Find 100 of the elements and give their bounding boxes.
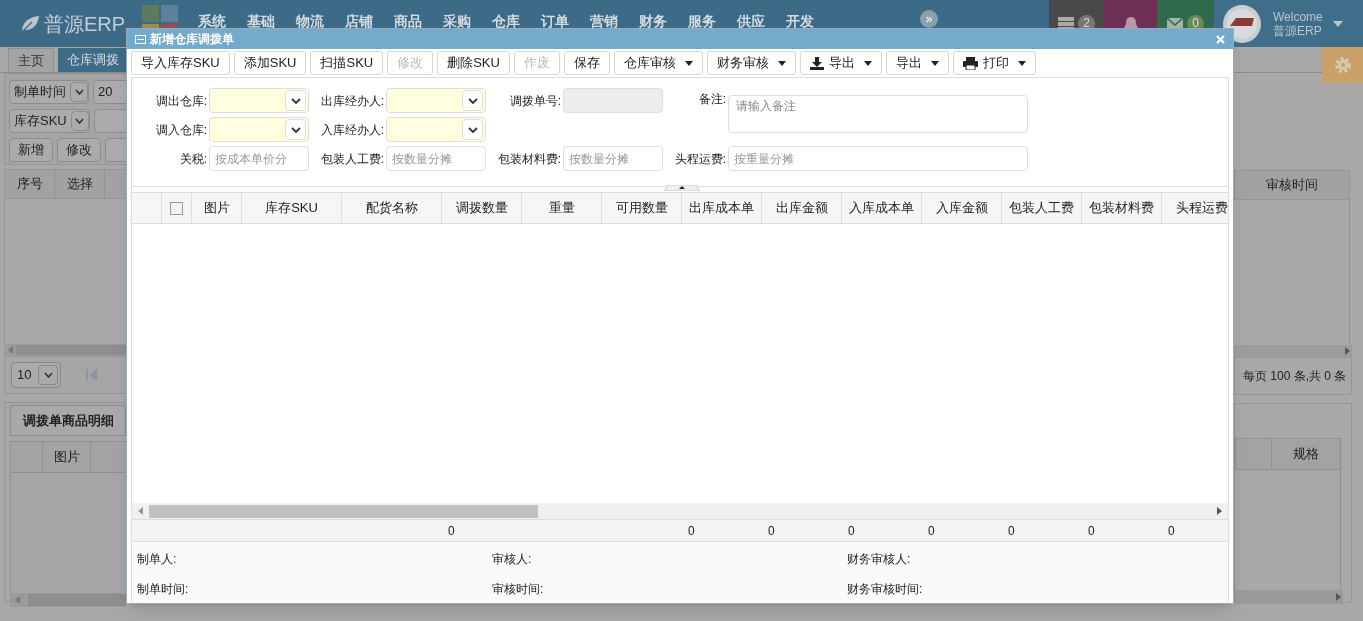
column-header[interactable]: 入库金额	[922, 193, 1002, 223]
caret-icon[interactable]	[1332, 20, 1343, 27]
nav-item[interactable]: 基础	[247, 11, 275, 32]
column-header[interactable]: 可用数量	[602, 193, 682, 223]
info-label: 制单人:	[137, 552, 177, 566]
remark-field[interactable]: 请输入备注	[728, 95, 1028, 133]
toolbar-button[interactable]: 财务审核	[706, 51, 796, 75]
page-tab[interactable]: 主页	[8, 48, 54, 72]
column-header[interactable]: 库存SKU	[242, 193, 342, 223]
printer-icon	[962, 56, 978, 70]
column-header: 审核时间	[1266, 176, 1318, 195]
welcome-text: Welcome	[1273, 9, 1323, 24]
field-label: 调出仓库:	[154, 92, 207, 110]
first-page-icon[interactable]	[86, 369, 98, 381]
filter-input[interactable]: 20	[93, 80, 126, 104]
toolbar-button[interactable]: 仓库审核	[613, 51, 703, 75]
field-label: 关税:	[178, 150, 207, 168]
chevron-down-icon	[467, 97, 478, 104]
toolbar-button[interactable]: 导入库存SKU	[131, 51, 230, 75]
field-label: 调入仓库:	[154, 121, 207, 139]
info-label: 制单时间:	[137, 582, 189, 596]
select-field[interactable]	[209, 88, 309, 113]
column-header[interactable]: 出库成本单	[682, 193, 762, 223]
field-label: 出库经办人:	[319, 92, 384, 110]
column-sum: 0	[928, 523, 935, 538]
toolbar-button[interactable]: 导出	[799, 51, 882, 75]
nav-item[interactable]: 营销	[590, 11, 618, 32]
envelope-icon	[1167, 17, 1184, 30]
filter-select[interactable]: 库存SKU	[9, 109, 90, 133]
nav-item[interactable]: 系统	[198, 11, 226, 32]
user-name: 普源ERP	[1273, 23, 1323, 38]
field-label: 包装人工费:	[319, 150, 384, 168]
dialog-title: 新增仓库调拨单	[150, 31, 234, 48]
select-field[interactable]	[386, 117, 486, 142]
scroll-right-icon[interactable]	[1217, 507, 1222, 515]
column-header[interactable]: 配货名称	[342, 193, 442, 223]
column-sum: 0	[848, 523, 855, 538]
column-header[interactable]: 调拨数量	[442, 193, 522, 223]
scroll-right-icon[interactable]	[1336, 593, 1341, 601]
column-sum: 0	[1008, 523, 1015, 538]
toolbar-button[interactable]: 导出	[885, 51, 949, 75]
nav-item[interactable]: 仓库	[492, 11, 520, 32]
leaf-icon	[20, 14, 40, 33]
scroll-left-icon[interactable]	[15, 596, 20, 604]
select-all-checkbox[interactable]	[170, 201, 183, 215]
toolbar-button[interactable]: 添加SKU	[233, 51, 307, 75]
column-sum: 0	[448, 523, 455, 538]
chevron-down-icon	[467, 126, 478, 133]
column-header: 规格	[1292, 445, 1320, 464]
column-header[interactable]: 图片	[192, 193, 242, 223]
scroll-left-icon[interactable]	[138, 507, 143, 515]
nav-item[interactable]: 采购	[443, 11, 471, 32]
app-grid-icon	[142, 5, 178, 28]
toolbar-button[interactable]: 保存	[563, 51, 610, 75]
detail-tab[interactable]: 调拨单商品明细	[10, 405, 126, 435]
scrollbar-thumb[interactable]	[149, 504, 538, 518]
column-header[interactable]: 头程运费	[1162, 193, 1228, 223]
app-logo-text: 普源ERP	[44, 11, 126, 37]
toolbar-button[interactable]	[105, 138, 126, 162]
page-summary: 每页 100 条,共 0 条	[1243, 368, 1347, 385]
column-header[interactable]: 入库成本单	[842, 193, 922, 223]
close-icon[interactable]	[1216, 34, 1225, 44]
column-header[interactable]: 重量	[522, 193, 602, 223]
nav-item[interactable]: 店铺	[345, 11, 373, 32]
toolbar-button[interactable]: 删除SKU	[437, 51, 510, 75]
settings-button[interactable]	[1322, 47, 1363, 83]
field-label: 包装材料费:	[496, 150, 561, 168]
info-label: 财务审核人:	[847, 552, 911, 566]
column-header[interactable]: 包装材料费	[1082, 193, 1162, 223]
column-header: 图片	[43, 442, 91, 472]
scroll-right-icon[interactable]	[1345, 347, 1350, 355]
filter-select[interactable]: 制单时间	[9, 80, 89, 104]
column-sum: 0	[1168, 523, 1175, 538]
nav-item[interactable]: 开发	[786, 11, 814, 32]
column-sum: 0	[1088, 523, 1095, 538]
column-header[interactable]: 出库金额	[762, 193, 842, 223]
collapse-icon[interactable]	[664, 185, 700, 191]
nav-item[interactable]: 供应	[737, 11, 765, 32]
nav-item[interactable]: 订单	[541, 11, 569, 32]
toolbar-button[interactable]: 打印	[952, 51, 1036, 75]
toolbar-button[interactable]: 修改	[57, 138, 101, 162]
page-size-select[interactable]: 10	[11, 362, 61, 388]
field-label: 备注:	[697, 91, 726, 108]
page-tab[interactable]: 仓库调拨	[58, 48, 126, 72]
scroll-left-icon[interactable]	[8, 346, 13, 354]
column-header[interactable]: 包装人工费	[1002, 193, 1082, 223]
toolbar-button[interactable]: 新增	[9, 138, 53, 162]
nav-item[interactable]: 商品	[394, 11, 422, 32]
nav-item[interactable]: 财务	[639, 11, 667, 32]
select-field[interactable]	[209, 117, 309, 142]
field-label: 入库经办人:	[319, 121, 384, 139]
nav-item[interactable]: 服务	[688, 11, 716, 32]
select-field[interactable]	[386, 88, 486, 113]
info-label: 审核时间:	[492, 582, 544, 596]
column-header: 选择	[55, 170, 105, 198]
nav-item[interactable]: 物流	[296, 11, 324, 32]
column-sum: 0	[688, 523, 695, 538]
info-label: 财务审核时间:	[847, 582, 923, 596]
toolbar-button[interactable]: 扫描SKU	[310, 51, 384, 75]
chevron-down-icon	[74, 89, 84, 95]
